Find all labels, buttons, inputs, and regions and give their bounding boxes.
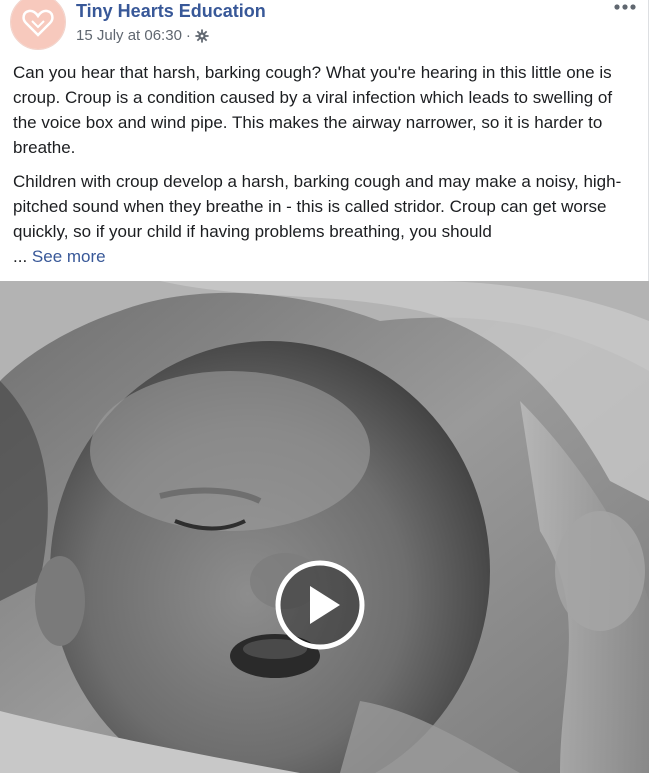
post-header: Tiny Hearts Education 15 July at 06:30 · — [0, 0, 649, 56]
heart-logo-icon — [11, 0, 65, 49]
ellipsis: ... — [13, 247, 32, 266]
gear-icon[interactable] — [195, 29, 209, 43]
meta-separator: · — [185, 27, 191, 44]
post-meta: 15 July at 06:30 · — [76, 26, 209, 46]
post-timestamp[interactable]: 15 July at 06:30 — [76, 26, 182, 46]
play-icon[interactable] — [274, 559, 366, 651]
video-player[interactable] — [0, 281, 649, 773]
more-options-icon[interactable] — [612, 0, 638, 14]
post-card: Tiny Hearts Education 15 July at 06:30 · — [0, 0, 649, 773]
video-thumbnail — [0, 281, 649, 773]
see-more-link[interactable]: See more — [32, 247, 106, 266]
post-text: Can you hear that harsh, barking cough? … — [13, 60, 638, 278]
page-name-link[interactable]: Tiny Hearts Education — [76, 0, 266, 22]
page-avatar[interactable] — [10, 0, 66, 50]
post-paragraph-1: Can you hear that harsh, barking cough? … — [13, 63, 613, 157]
post-paragraph-2-text: Children with croup develop a harsh, bar… — [13, 172, 622, 241]
post-paragraph-2: Children with croup develop a harsh, bar… — [13, 169, 638, 269]
